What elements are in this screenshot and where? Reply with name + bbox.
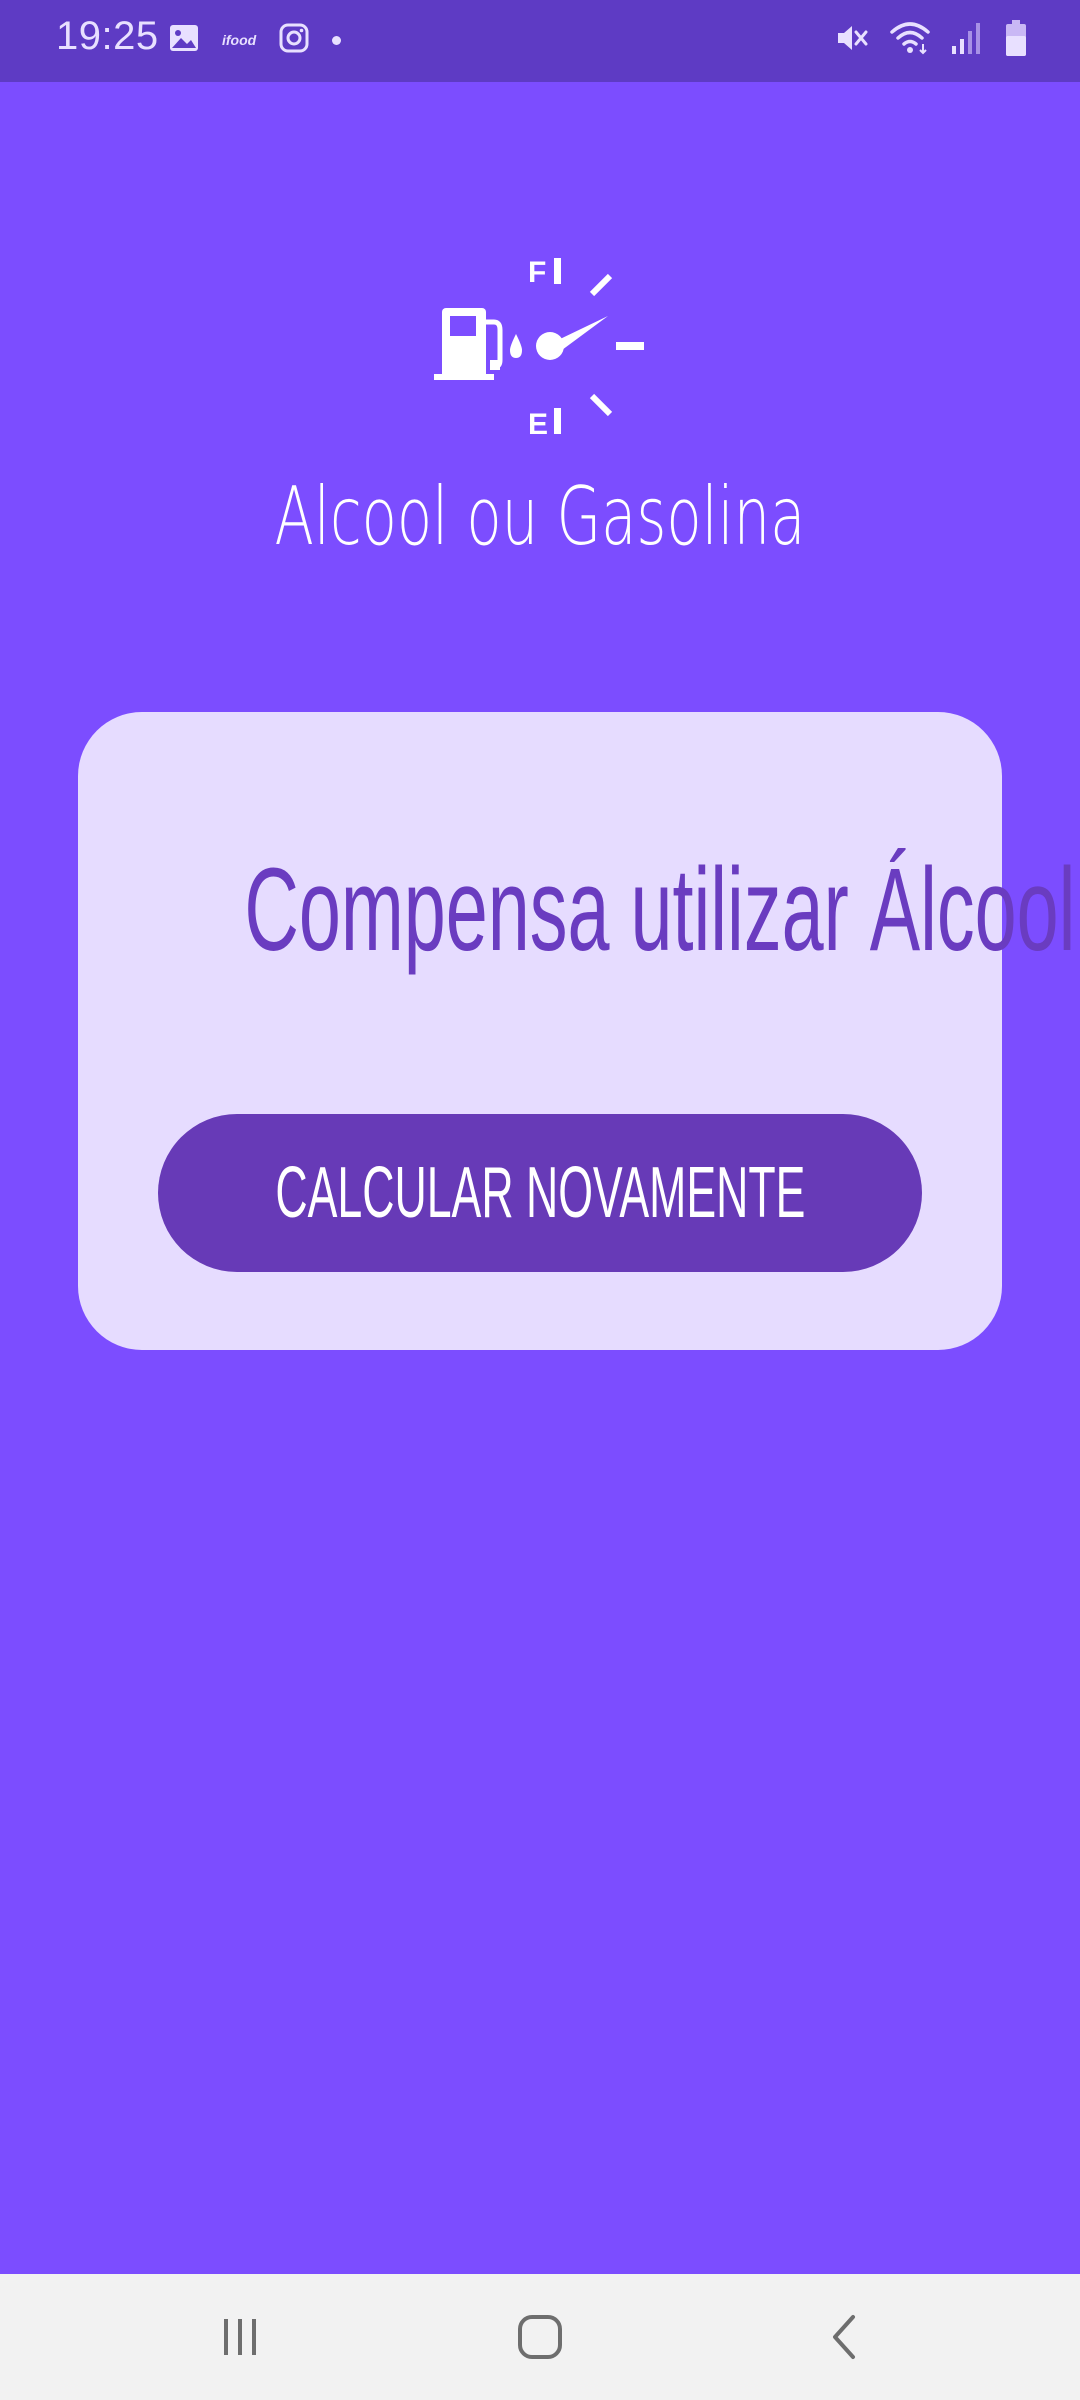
gauge-full-label: F [528, 256, 546, 289]
fuel-gauge-icon: F E [430, 250, 650, 441]
result-card: Compensa utilizar Álcool! CALCULAR NOVAM… [78, 712, 1080, 1350]
status-bar: 19:25 ifood [0, 0, 1080, 82]
mute-icon [834, 20, 870, 61]
status-time: 19:25 [56, 14, 159, 58]
app-title: Alcool ou Gasolina [274, 470, 806, 563]
gallery-icon [168, 22, 200, 59]
more-notifications-dot [332, 35, 342, 45]
system-icons [834, 18, 1028, 62]
signal-icon [950, 20, 984, 61]
calculate-again-label: CALCULAR NOVAMENTE [275, 1153, 806, 1233]
recent-apps-icon[interactable] [180, 2292, 300, 2382]
ifood-icon: ifood [222, 32, 257, 48]
calculate-again-button[interactable]: CALCULAR NOVAMENTE [158, 1114, 922, 1272]
result-message: Compensa utilizar Álcool! [244, 844, 1080, 976]
battery-icon [1004, 19, 1028, 62]
app-screen: 19:25 ifood F E Alcool ou Gasolina Compe… [0, 0, 1080, 2400]
gauge-empty-label: E [528, 408, 548, 440]
wifi-icon [890, 20, 930, 61]
instagram-icon [278, 22, 310, 59]
home-icon[interactable] [480, 2292, 600, 2382]
notification-icons: ifood [168, 20, 342, 60]
navigation-bar [0, 2274, 1080, 2400]
back-icon[interactable] [785, 2292, 905, 2382]
